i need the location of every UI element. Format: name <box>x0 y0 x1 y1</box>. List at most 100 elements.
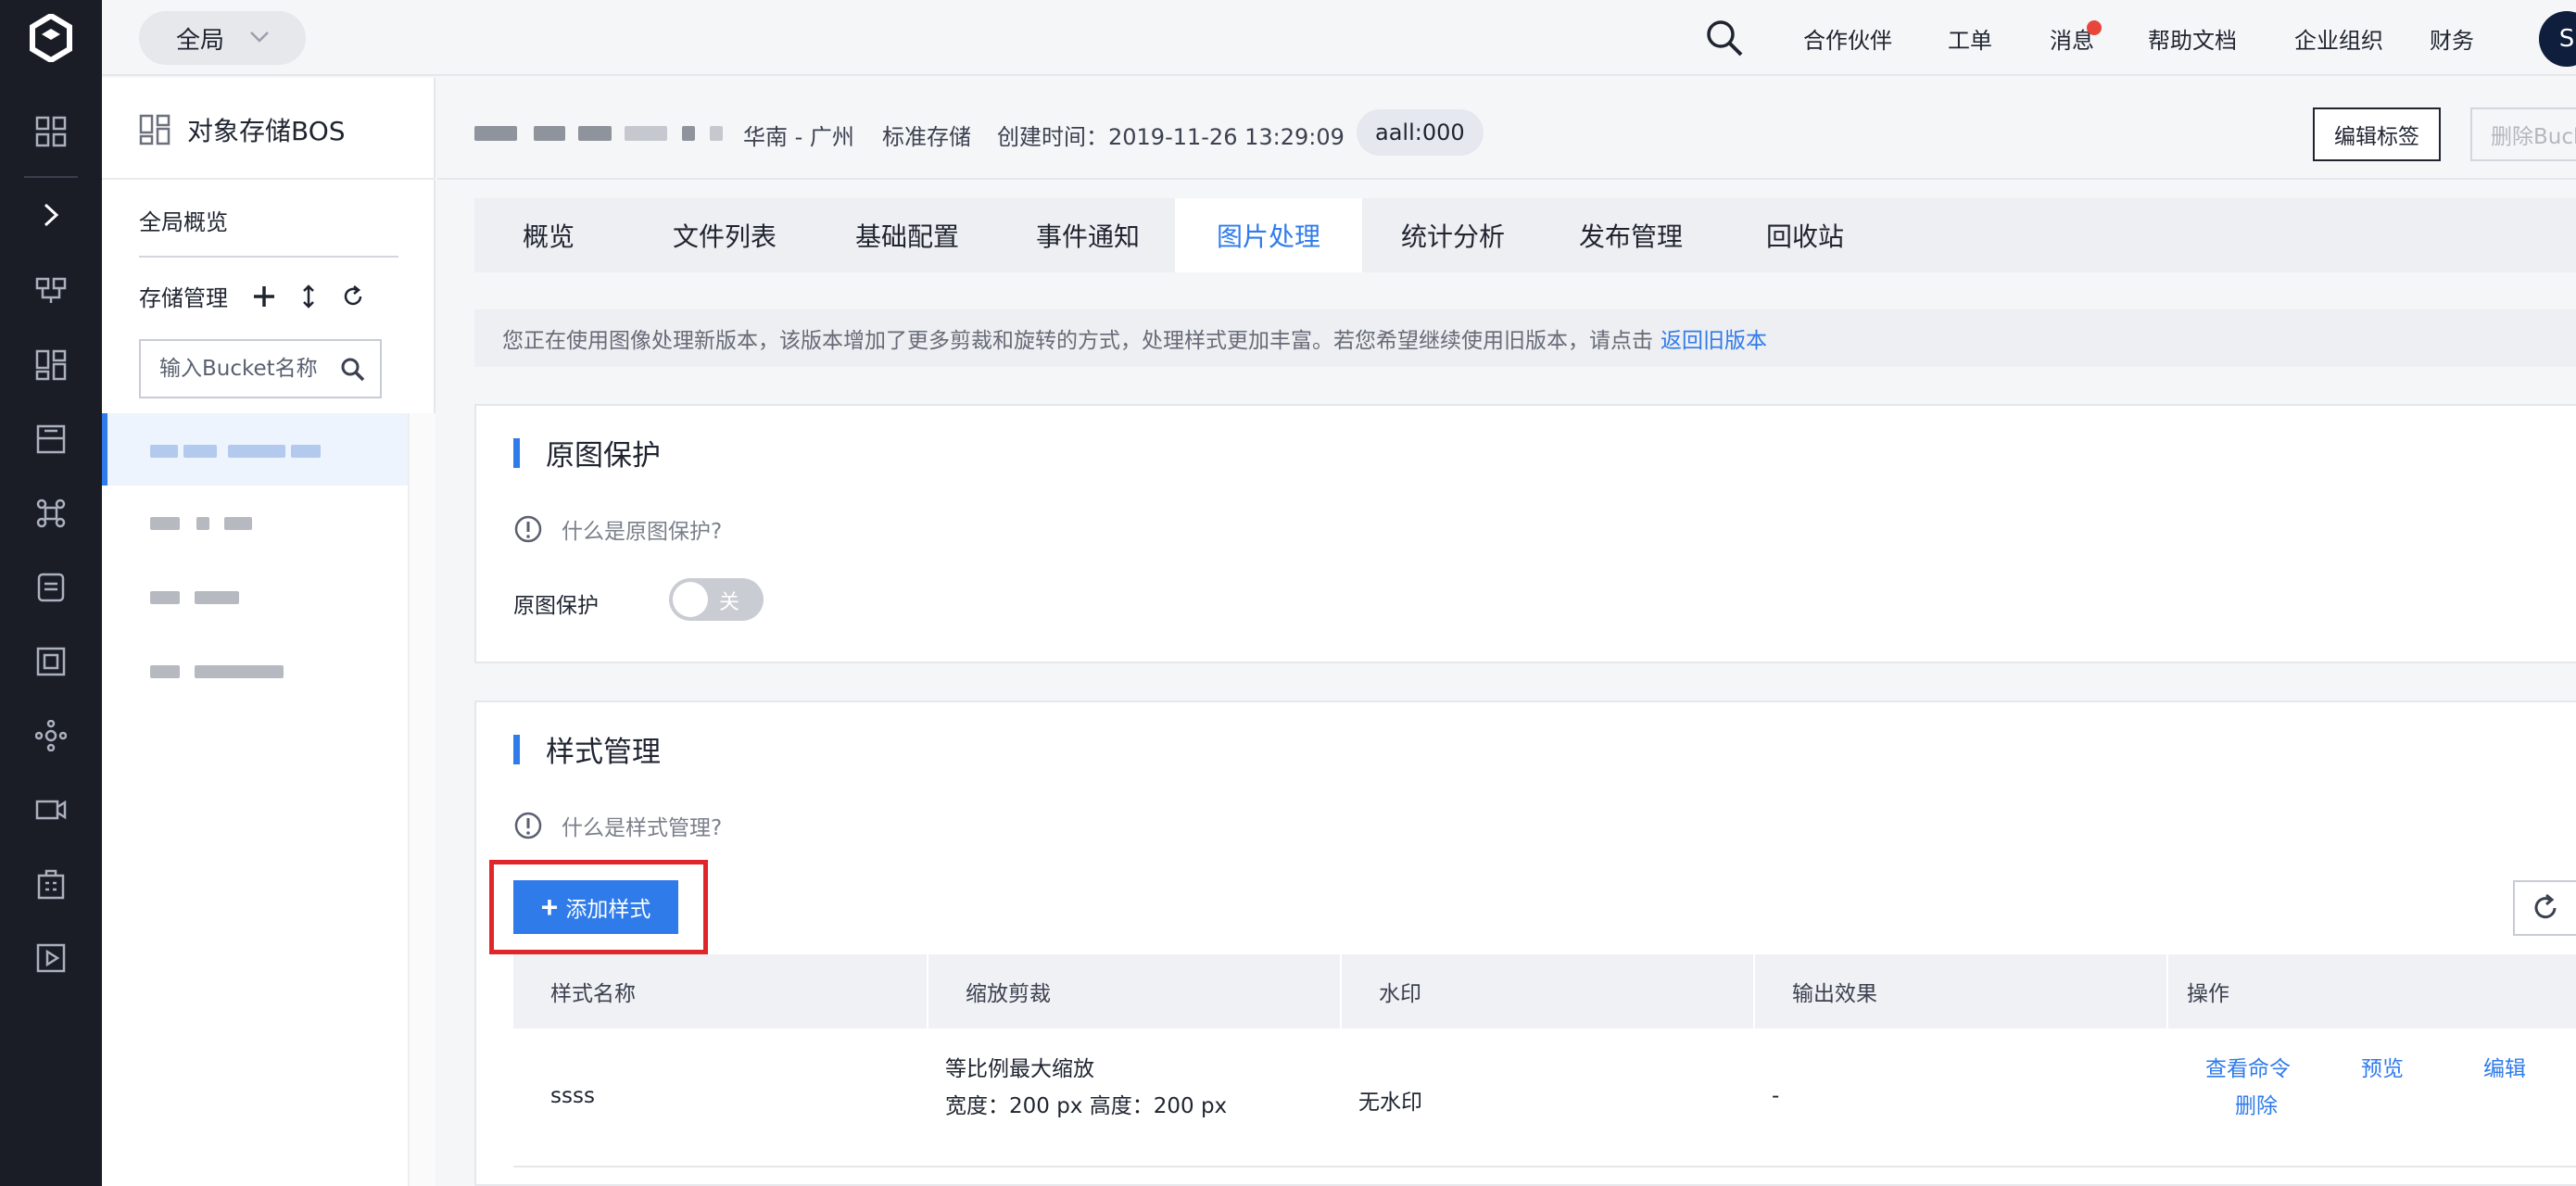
preview-link[interactable]: 预览 <box>2361 1051 2404 1082</box>
nav-tickets[interactable]: 工单 <box>1948 0 1992 76</box>
bucket-name-blurred <box>291 445 321 458</box>
network-icon[interactable] <box>0 263 102 319</box>
storage-management-header: 存储管理 <box>139 280 365 312</box>
tab-overview[interactable]: 概览 <box>474 198 623 272</box>
expand-chevron-icon[interactable] <box>0 187 102 243</box>
header-divider <box>437 178 2576 180</box>
sidebar-scrollbar[interactable] <box>408 413 436 1186</box>
bucket-search-input[interactable] <box>159 357 326 381</box>
output-cell: - <box>1772 1084 1780 1108</box>
view-command-link[interactable]: 查看命令 <box>2205 1051 2291 1082</box>
resize-size-cell: 宽度：200 px 高度：200 px <box>945 1094 1228 1118</box>
bucket-name-blurred <box>195 665 284 678</box>
product-sidebar: 对象存储BOS 全局概览 存储管理 <box>102 78 436 1186</box>
bucket-item[interactable] <box>102 560 408 632</box>
plus-icon: + <box>540 890 559 924</box>
nav-messages[interactable]: 消息 <box>2050 0 2094 76</box>
bucket-item[interactable] <box>102 634 408 706</box>
sort-icon[interactable] <box>300 284 317 309</box>
bucket-item-selected[interactable] <box>102 413 408 486</box>
dashboard-icon[interactable] <box>0 104 102 159</box>
product-title-text: 对象存储BOS <box>187 116 346 146</box>
nav-enterprise-org[interactable]: 企业组织 <box>2294 0 2383 76</box>
bucket-name-blurred <box>195 591 239 604</box>
bucket-name-blurred <box>196 517 209 530</box>
scope-label: 全局 <box>176 26 225 55</box>
bucket-region: 华南 - 广州 <box>743 124 854 150</box>
return-old-version-link[interactable]: 返回旧版本 <box>1661 322 1767 354</box>
protection-toggle[interactable]: 关 <box>669 578 764 621</box>
tab-image-processing[interactable]: 图片处理 <box>1175 198 1362 272</box>
style-name-cell: ssss <box>550 1084 595 1108</box>
tab-basic-config[interactable]: 基础配置 <box>821 198 993 272</box>
storage-icon[interactable] <box>0 411 102 467</box>
bucket-name-blurred <box>150 665 180 678</box>
cloud-logo-icon[interactable] <box>0 0 102 76</box>
frame-icon[interactable] <box>0 634 102 689</box>
user-avatar[interactable]: S <box>2539 11 2576 67</box>
protection-help[interactable]: 什么是原图保护? <box>513 513 722 545</box>
bucket-created-time: 创建时间：2019-11-26 13:29:09 <box>997 124 1345 150</box>
media-play-icon[interactable] <box>0 930 102 986</box>
product-title: 对象存储BOS <box>139 111 346 148</box>
info-circle-icon <box>514 515 542 543</box>
sidebar-divider <box>102 178 436 180</box>
title-accent-bar <box>513 437 520 468</box>
global-nav-rail <box>0 0 102 1186</box>
styles-help[interactable]: 什么是样式管理? <box>513 810 722 841</box>
edit-tags-button[interactable]: 编辑标签 <box>2313 107 2441 161</box>
tab-publish-mgmt[interactable]: 发布管理 <box>1540 198 1722 272</box>
tab-event-notify[interactable]: 事件通知 <box>997 198 1179 272</box>
video-camera-icon[interactable] <box>0 782 102 838</box>
nav-finance[interactable]: 财务 <box>2430 0 2474 76</box>
resize-mode-cell: 等比例最大缩放 <box>945 1057 1094 1081</box>
bucket-tabs: 概览 文件列表 基础配置 事件通知 图片处理 统计分析 发布管理 回收站 <box>474 198 2576 272</box>
nav-help-docs[interactable]: 帮助文档 <box>2148 0 2237 76</box>
delete-bucket-button[interactable]: 删除Bucket <box>2470 107 2576 161</box>
storage-management-label: 存储管理 <box>139 285 228 311</box>
database-icon[interactable] <box>0 560 102 615</box>
bucket-storage-class: 标准存储 <box>882 124 971 150</box>
command-icon[interactable] <box>0 486 102 541</box>
protection-title-text: 原图保护 <box>546 439 661 473</box>
apps-grid-icon[interactable] <box>0 337 102 393</box>
search-icon[interactable] <box>339 356 365 382</box>
message-badge <box>2087 20 2102 35</box>
search-icon[interactable] <box>1705 19 1744 57</box>
tab-recycle-bin[interactable]: 回收站 <box>1718 198 1892 272</box>
refresh-styles-button[interactable] <box>2513 880 2576 936</box>
bucket-name-blurred <box>150 591 180 604</box>
toggle-knob <box>673 582 708 617</box>
chevron-down-icon <box>250 32 269 43</box>
tab-file-list[interactable]: 文件列表 <box>632 198 817 272</box>
add-style-button[interactable]: + 添加样式 <box>513 880 678 934</box>
col-actions: 操作 <box>2187 982 2229 1006</box>
title-accent-bar <box>513 734 520 764</box>
add-bucket-icon[interactable] <box>252 284 276 309</box>
notice-text: 您正在使用图像处理新版本，该版本增加了更多剪裁和旋转的方式，处理样式更加丰富。若… <box>502 329 1653 353</box>
styles-help-text: 什么是样式管理? <box>562 816 723 840</box>
refresh-list-icon[interactable] <box>341 284 365 309</box>
info-circle-icon <box>514 812 542 839</box>
bucket-tag-chip: aall:000 <box>1357 109 1484 156</box>
bucket-item[interactable] <box>102 486 408 558</box>
version-notice: 您正在使用图像处理新版本，该版本增加了更多剪裁和旋转的方式，处理样式更加丰富。若… <box>474 309 2576 367</box>
product-grid-icon <box>139 114 170 145</box>
sidebar-item-overview[interactable]: 全局概览 <box>139 204 228 236</box>
bucket-title-blurred <box>578 126 612 141</box>
tab-statistics[interactable]: 统计分析 <box>1362 198 1544 272</box>
col-watermark: 水印 <box>1379 982 1421 1006</box>
refresh-icon <box>2534 893 2557 919</box>
scope-selector[interactable]: 全局 <box>139 11 306 65</box>
bucket-name-blurred <box>228 445 285 458</box>
building-icon[interactable] <box>0 856 102 912</box>
styles-title: 样式管理 <box>513 728 661 770</box>
cluster-icon[interactable] <box>0 708 102 763</box>
bucket-name-blurred <box>150 445 178 458</box>
rail-divider <box>24 176 78 178</box>
col-style-name: 样式名称 <box>550 982 636 1006</box>
protection-label: 原图保护 <box>513 594 599 618</box>
delete-link[interactable]: 删除 <box>2235 1088 2278 1119</box>
nav-partners[interactable]: 合作伙伴 <box>1803 0 1892 76</box>
edit-link[interactable]: 编辑 <box>2483 1051 2526 1082</box>
